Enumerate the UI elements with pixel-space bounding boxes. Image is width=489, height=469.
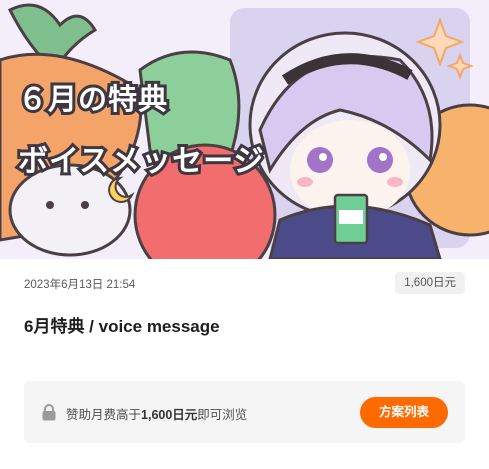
post-card: ６月の特典 ボイスメッセージ 2023年6月13日 21:54 1,600日元 …	[0, 0, 489, 469]
post-cover-image[interactable]: ６月の特典 ボイスメッセージ	[0, 0, 489, 259]
locked-message-amount: 1,600日元	[141, 408, 198, 422]
locked-message: 赞助月费高于1,600日元即可浏览	[66, 404, 247, 423]
locked-message-suffix: 即可浏览	[197, 408, 248, 422]
post-meta-row: 2023年6月13日 21:54 1,600日元	[24, 272, 465, 294]
lock-icon	[42, 404, 56, 421]
locked-content-box: 赞助月费高于1,600日元即可浏览 方案列表	[24, 381, 465, 443]
post-title[interactable]: 6月特典 / voice message	[24, 312, 220, 337]
post-date: 2023年6月13日 21:54	[24, 279, 136, 291]
locked-message-prefix: 赞助月费高于	[66, 408, 142, 422]
price-badge: 1,600日元	[395, 272, 465, 294]
cover-text-line-2: ボイスメッセージ	[15, 141, 266, 182]
cover-text-line-1: ６月の特典	[15, 79, 170, 119]
plan-list-button[interactable]: 方案列表	[360, 397, 448, 428]
cover-illustration	[0, 0, 489, 259]
